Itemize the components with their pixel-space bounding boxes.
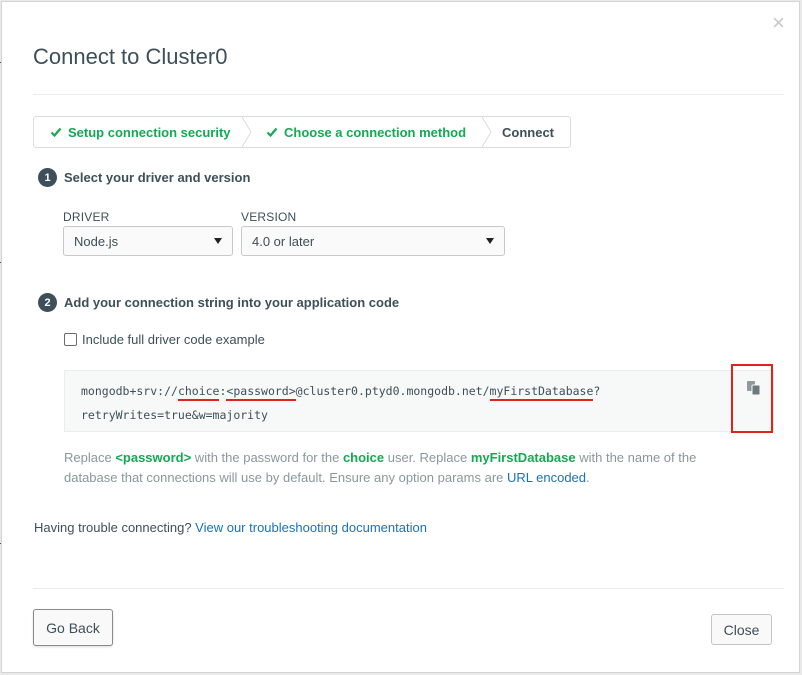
connection-string: mongodb+srv://choice:<password>@cluster0… xyxy=(81,379,600,427)
help-text: . xyxy=(586,470,590,485)
troubleshooting-row: Having trouble connecting? View our trou… xyxy=(34,520,427,535)
driver-value: Node.js xyxy=(74,233,119,249)
code-database: myFirstDatabase xyxy=(489,384,594,401)
code-text: ? xyxy=(593,384,601,398)
divider xyxy=(33,94,784,95)
trouble-text: Having trouble connecting? xyxy=(34,520,196,535)
section-title: Add your connection string into your app… xyxy=(64,295,400,310)
help-text: Replace xyxy=(64,450,116,465)
caret-down-icon xyxy=(486,238,494,244)
caret-down-icon xyxy=(214,238,222,244)
version-label: VERSION xyxy=(241,210,297,224)
divider xyxy=(33,588,784,589)
modal-title: Connect to Cluster0 xyxy=(33,44,228,69)
driver-label: DRIVER xyxy=(63,210,110,224)
code-line-2: retryWrites=true&w=majority xyxy=(81,408,268,422)
code-password: <password> xyxy=(226,384,296,401)
code-text: @cluster0.ptyd0.mongodb.net/ xyxy=(295,384,490,398)
connect-modal: × Connect to Cluster0 Setup connection s… xyxy=(1,1,800,673)
connection-help-text: Replace <password> with the password for… xyxy=(64,448,744,488)
chevron-right-icon xyxy=(242,117,252,147)
connection-string-box[interactable]: mongodb+srv://choice:<password>@cluster0… xyxy=(64,370,774,432)
full-driver-code-checkbox[interactable] xyxy=(64,333,77,346)
help-text: with the password for the xyxy=(191,450,343,465)
step-setup-security[interactable]: Setup connection security xyxy=(34,117,252,147)
copy-icon xyxy=(747,381,761,396)
code-user: choice xyxy=(177,384,220,401)
checkmark-icon xyxy=(266,127,278,138)
help-password: <password> xyxy=(115,450,192,465)
section-connection-string: 2 Add your connection string into your a… xyxy=(38,293,399,312)
close-button[interactable]: Close xyxy=(711,614,772,645)
help-user: choice xyxy=(342,450,385,465)
step-label: Choose a connection method xyxy=(284,124,467,140)
step-number-badge: 1 xyxy=(38,168,57,187)
url-encoded-link[interactable]: URL encoded xyxy=(507,470,586,485)
checkmark-icon xyxy=(50,127,62,138)
section-title: Select your driver and version xyxy=(64,170,251,185)
step-connect[interactable]: Connect xyxy=(484,117,570,147)
close-icon[interactable]: × xyxy=(772,12,785,34)
driver-select[interactable]: Node.js xyxy=(63,226,233,256)
help-text: user. Replace xyxy=(384,450,471,465)
step-breadcrumb: Setup connection security Choose a conne… xyxy=(33,116,571,148)
step-number-badge: 2 xyxy=(38,293,57,312)
checkbox-label: Include full driver code example xyxy=(82,332,265,347)
copy-button[interactable] xyxy=(731,364,773,433)
step-label: Connect xyxy=(502,124,554,140)
section-select-driver: 1 Select your driver and version xyxy=(38,168,250,187)
troubleshooting-link[interactable]: View our troubleshooting documentation xyxy=(195,520,427,535)
version-select[interactable]: 4.0 or later xyxy=(241,226,505,256)
version-value: 4.0 or later xyxy=(252,233,315,249)
go-back-button[interactable]: Go Back xyxy=(33,609,113,646)
full-driver-code-option[interactable]: Include full driver code example xyxy=(64,332,265,347)
chevron-right-icon xyxy=(482,117,492,147)
step-label: Setup connection security xyxy=(68,124,231,140)
help-database: myFirstDatabase xyxy=(470,450,576,465)
step-choose-method[interactable]: Choose a connection method xyxy=(244,117,492,147)
code-text: mongodb+srv:// xyxy=(81,384,178,398)
